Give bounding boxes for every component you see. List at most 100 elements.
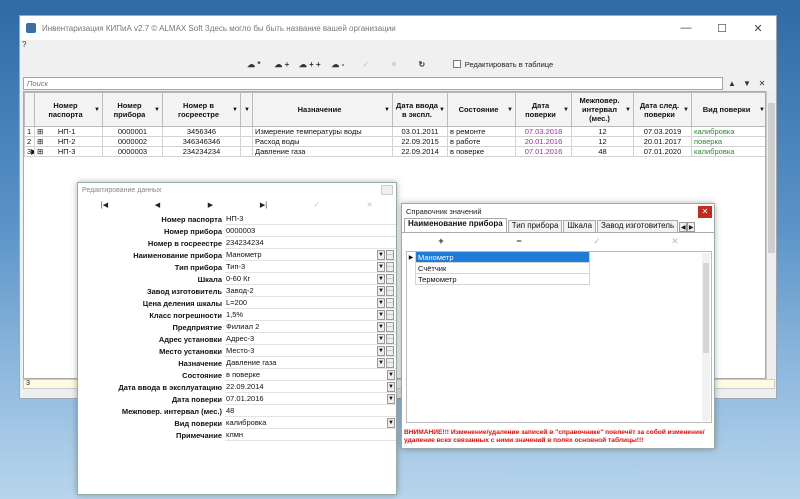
expand-icon[interactable]: ⊞ xyxy=(37,128,43,136)
chevron-down-icon[interactable]: ▼ xyxy=(244,106,250,115)
tab-scale[interactable]: Шкала xyxy=(563,220,597,232)
tab-manufacturer[interactable]: Завод изготовитель xyxy=(597,220,679,232)
field-value[interactable]: Филиал 2 ▼ ··· xyxy=(225,321,396,333)
chevron-down-icon[interactable]: ▼ xyxy=(384,106,390,115)
col-header-interval[interactable]: Межповер. интервал (мес.) ▼ xyxy=(571,92,634,127)
cell-passport[interactable]: ⊞ НП-1 xyxy=(34,126,103,137)
field-value[interactable]: 1,5% ▼ ··· xyxy=(225,309,396,321)
col-header-passport[interactable]: Номер паспорта ▼ xyxy=(34,92,103,127)
cell-state[interactable]: в работе xyxy=(447,136,516,147)
field-value[interactable]: Давление газа ▼ ··· xyxy=(225,357,396,369)
row-number[interactable]: 1 xyxy=(24,126,35,137)
edit-in-table-checkbox[interactable]: Редактировать в таблице xyxy=(452,60,553,69)
row-number[interactable]: 3▶ xyxy=(24,146,35,157)
field-value[interactable]: Завод-2 ▼ ··· xyxy=(225,285,396,297)
ellipsis-icon[interactable]: ··· xyxy=(386,345,394,356)
cell-next-date[interactable]: 07.03.2019 xyxy=(633,126,692,137)
ellipsis-icon[interactable]: ··· xyxy=(386,333,394,344)
search-input[interactable] xyxy=(23,77,723,90)
chevron-down-icon[interactable]: ▼ xyxy=(625,106,631,115)
reference-close-button[interactable]: ✕ xyxy=(698,205,712,218)
tab-next-icon[interactable]: ▶ xyxy=(687,222,696,232)
chevron-down-icon[interactable]: ▼ xyxy=(377,273,385,284)
chevron-down-icon[interactable]: ▼ xyxy=(232,106,238,115)
chevron-down-icon[interactable]: ▼ xyxy=(563,106,569,115)
chevron-down-icon[interactable]: ▼ xyxy=(377,333,385,344)
cell-check-date[interactable]: 20.01.2016 xyxy=(515,136,572,147)
cell-registry[interactable]: 346346346 xyxy=(162,136,241,147)
prev-record-button[interactable]: ◀ xyxy=(131,201,184,209)
expand-icon[interactable]: ⊞ xyxy=(37,148,43,156)
cell-interval[interactable]: 48 xyxy=(571,146,634,157)
cell-date-in[interactable]: 22.09.2015 xyxy=(392,136,448,147)
cell-check-date[interactable]: 07.03.2018 xyxy=(515,126,572,137)
cancel-value-button[interactable]: ✕ xyxy=(636,236,714,247)
add-multiple-button[interactable]: ☁ + + xyxy=(299,57,321,71)
last-record-button[interactable]: ▶| xyxy=(237,201,290,209)
chevron-down-icon[interactable]: ▼ xyxy=(377,261,385,272)
chevron-down-icon[interactable]: ▼ xyxy=(94,106,100,115)
chevron-down-icon[interactable]: ▼ xyxy=(683,106,689,115)
col-header-device[interactable]: Номер прибора ▼ xyxy=(102,92,163,127)
delete-record-button[interactable]: ☁ - xyxy=(327,57,349,71)
cell-registry[interactable]: 3456346 xyxy=(162,126,241,137)
cell-date-in[interactable]: 03.01.2011 xyxy=(392,126,448,137)
tab-device-name[interactable]: Наименование прибора xyxy=(404,218,507,232)
chevron-down-icon[interactable]: ▼ xyxy=(377,321,385,332)
ellipsis-icon[interactable]: ··· xyxy=(386,309,394,320)
col-header-registry[interactable]: Номер в госреестре ▼ xyxy=(162,92,241,127)
search-up-button[interactable]: ▲ xyxy=(726,77,738,90)
ellipsis-icon[interactable]: ··· xyxy=(386,321,394,332)
tab-device-type[interactable]: Тип прибора xyxy=(507,220,563,232)
cell-device[interactable]: 0000001 xyxy=(102,126,163,137)
field-value[interactable]: Адрес-3 ▼ ··· xyxy=(225,333,396,345)
table-row[interactable]: 3▶ ⊞ НП-3 0000003 234234234 Давление газ… xyxy=(24,146,765,157)
remove-value-button[interactable]: − xyxy=(480,236,558,246)
ellipsis-icon[interactable]: ··· xyxy=(386,297,394,308)
col-header-hidden[interactable]: ▼ xyxy=(240,92,253,127)
field-value[interactable]: Тип-3 ▼ ··· xyxy=(225,261,396,273)
cell-interval[interactable]: 12 xyxy=(571,136,634,147)
field-value[interactable]: 0-60 Кг ▼ ··· xyxy=(225,273,396,285)
field-value[interactable]: 48 xyxy=(225,405,396,417)
chevron-down-icon[interactable]: ▼ xyxy=(507,106,513,115)
chevron-down-icon[interactable]: ▼ xyxy=(387,393,395,404)
field-value[interactable]: в поверке ▼ xyxy=(225,369,396,381)
search-clear-button[interactable]: ✕ xyxy=(756,77,768,90)
col-header-state[interactable]: Состояние ▼ xyxy=(447,92,516,127)
row-number[interactable]: 2 xyxy=(24,136,35,147)
ellipsis-icon[interactable]: ··· xyxy=(386,273,394,284)
cell-state[interactable]: в поверке xyxy=(447,146,516,157)
chevron-down-icon[interactable]: ▼ xyxy=(377,309,385,320)
scroll-thumb[interactable] xyxy=(703,263,709,353)
cell-hidden[interactable] xyxy=(240,136,253,147)
ellipsis-icon[interactable]: ··· xyxy=(386,357,394,368)
cancel-record-button[interactable]: ✕ xyxy=(343,201,396,209)
close-button[interactable]: ✕ xyxy=(740,16,776,40)
table-row[interactable]: 2 ⊞ НП-2 0000002 346346346 Расход воды 2… xyxy=(24,136,765,147)
field-value[interactable]: Манометр ▼ ··· xyxy=(225,249,396,261)
cell-check-type[interactable]: калибровка xyxy=(691,126,765,137)
table-row[interactable]: 1 ⊞ НП-1 0000001 3456346 Измерение темпе… xyxy=(24,126,765,137)
add-value-button[interactable]: + xyxy=(402,236,480,246)
cell-purpose[interactable]: Давление газа xyxy=(252,146,393,157)
apply-button[interactable]: ✓ xyxy=(355,57,377,71)
help-menu[interactable]: ? xyxy=(22,40,26,50)
list-item[interactable]: Термометр xyxy=(407,274,711,285)
cell-device[interactable]: 0000003 xyxy=(102,146,163,157)
chevron-down-icon[interactable]: ▼ xyxy=(377,357,385,368)
chevron-down-icon[interactable]: ▼ xyxy=(387,417,395,428)
chevron-down-icon[interactable]: ▼ xyxy=(377,285,385,296)
field-value[interactable]: калибровка ▼ xyxy=(225,417,396,429)
list-item[interactable]: ▶ Манометр xyxy=(407,252,711,263)
cell-registry[interactable]: 234234234 xyxy=(162,146,241,157)
cell-purpose[interactable]: Расход воды xyxy=(252,136,393,147)
cell-check-date[interactable]: 07.01.2016 xyxy=(515,146,572,157)
ellipsis-icon[interactable]: ··· xyxy=(386,261,394,272)
field-value[interactable]: Место-3 ▼ ··· xyxy=(225,345,396,357)
field-value[interactable]: клмн xyxy=(225,429,396,441)
copy-record-button[interactable]: ☁ * xyxy=(243,57,265,71)
chevron-down-icon[interactable]: ▼ xyxy=(759,106,765,115)
scroll-thumb[interactable] xyxy=(768,103,775,253)
chevron-down-icon[interactable]: ▼ xyxy=(377,345,385,356)
